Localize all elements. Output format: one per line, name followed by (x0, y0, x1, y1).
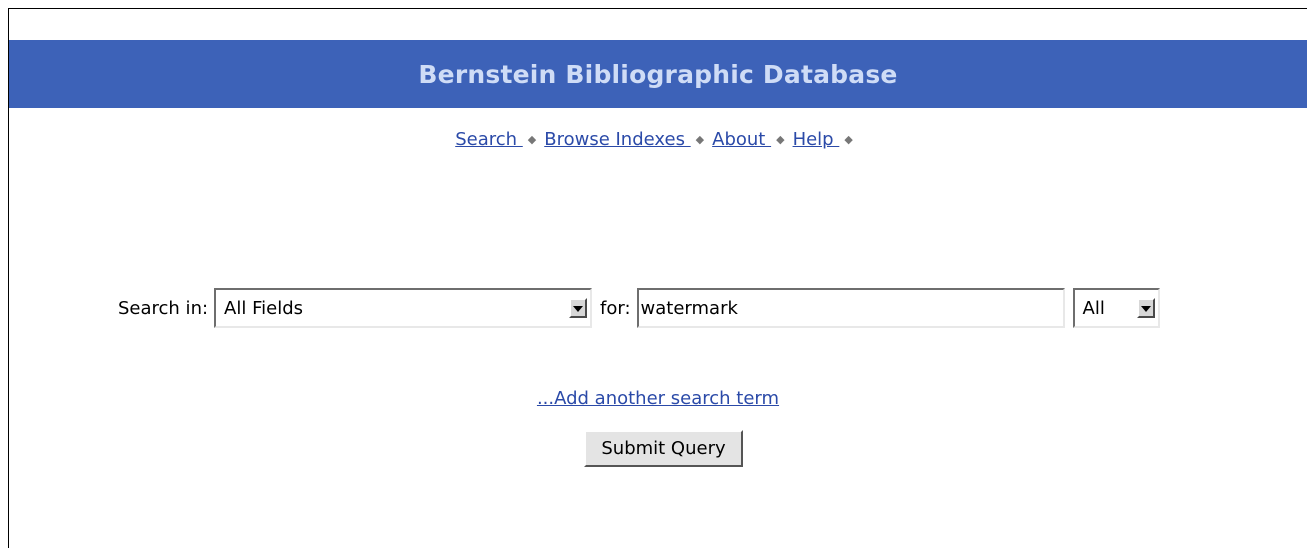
search-term-input[interactable] (636, 288, 1065, 328)
nav-link-browse-indexes[interactable]: Browse Indexes (544, 129, 690, 150)
search-field-select[interactable]: All Fields (214, 288, 593, 328)
chevron-down-icon[interactable] (1136, 298, 1155, 318)
for-label: for: (600, 297, 631, 319)
search-in-label: Search in: (118, 297, 209, 319)
diamond-separator-icon: ◆ (844, 133, 853, 146)
search-field-select-value: All Fields (224, 297, 304, 319)
nav-link-help[interactable]: Help (793, 129, 840, 150)
search-row: Search in: All Fields for: All (118, 286, 1160, 330)
site-title: Bernstein Bibliographic Database (418, 59, 898, 89)
nav-link-search[interactable]: Search (455, 129, 523, 150)
page-frame: Bernstein Bibliographic Database Search … (8, 8, 1307, 548)
match-mode-select[interactable]: All (1072, 288, 1160, 328)
diamond-separator-icon: ◆ (695, 133, 705, 146)
match-mode-select-value: All (1082, 297, 1105, 319)
chevron-down-icon[interactable] (569, 298, 588, 318)
nav-link-about[interactable]: About (712, 129, 771, 150)
main-nav: Search ◆ Browse Indexes ◆ About ◆ Help ◆ (9, 129, 1307, 150)
add-term-row: ...Add another search term (9, 388, 1307, 409)
diamond-separator-icon: ◆ (776, 133, 785, 146)
add-search-term-link[interactable]: ...Add another search term (537, 388, 779, 409)
site-header: Bernstein Bibliographic Database (9, 40, 1307, 108)
diamond-separator-icon: ◆ (527, 133, 537, 146)
submit-query-button[interactable]: Submit Query (584, 430, 743, 467)
submit-row: Submit Query (9, 430, 1307, 467)
